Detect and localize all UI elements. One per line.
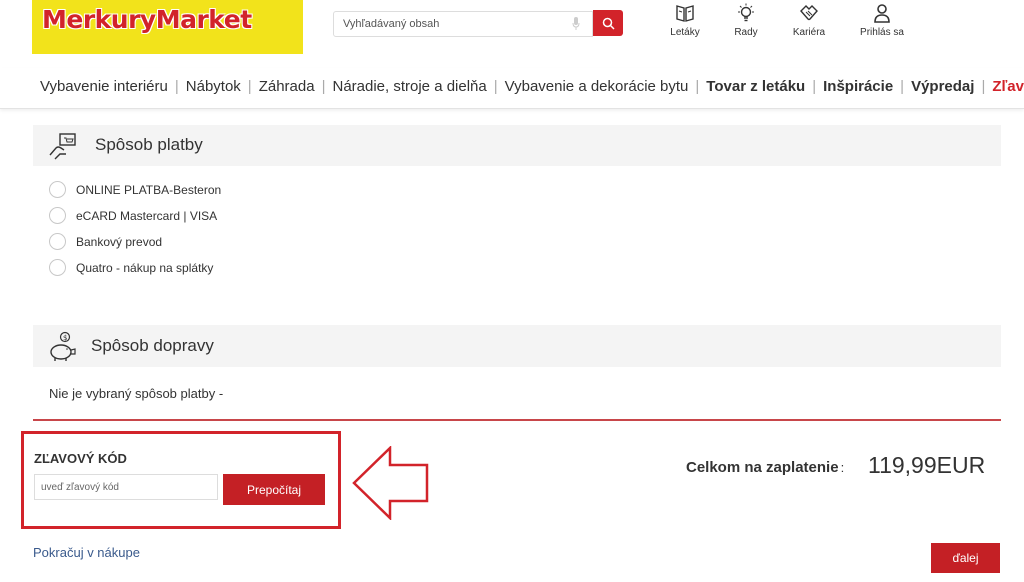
nav-separator: | — [493, 78, 498, 95]
nav-item-leaflet-goods[interactable]: Tovar z letáku — [706, 78, 805, 95]
payment-option-label: eCARD Mastercard | VISA — [76, 208, 218, 223]
next-button[interactable]: ďalej — [931, 543, 1000, 573]
radio-button[interactable] — [49, 233, 66, 250]
nav-separator: | — [900, 78, 905, 95]
payment-option[interactable]: Bankový prevod — [49, 233, 162, 250]
nav-item-decor[interactable]: Vybavenie a dekorácie bytu — [505, 78, 689, 95]
divider — [33, 419, 1001, 421]
nav-item-sale[interactable]: Výpredaj — [911, 78, 974, 95]
discount-code-title: ZĽAVOVÝ KÓD — [34, 451, 127, 466]
arrow-left-icon — [352, 446, 429, 520]
shipping-note: Nie je vybraný spôsob platby - — [49, 386, 224, 401]
total-label: Celkom na zaplatenie: — [686, 459, 844, 476]
logo-text: MerkuryMarket — [42, 5, 252, 34]
nav-separator: | — [695, 78, 700, 95]
shipping-section-title: Spôsob dopravy — [91, 336, 214, 355]
book-icon — [676, 5, 694, 22]
shipping-section-header: $ Spôsob dopravy — [33, 325, 1001, 367]
payment-option[interactable]: ONLINE PLATBA-Besteron — [49, 181, 221, 198]
payment-section-title: Spôsob platby — [95, 135, 203, 154]
total-amount: 119,99EUR — [868, 452, 986, 478]
discount-code-input[interactable] — [34, 474, 218, 500]
payment-section-header: Spôsob platby — [33, 125, 1001, 166]
header-link-label: Rady — [734, 27, 758, 38]
payment-option-label: ONLINE PLATBA-Besteron — [76, 182, 222, 197]
search-field — [333, 11, 593, 37]
lightbulb-icon — [738, 3, 754, 22]
nav-separator: | — [174, 78, 179, 95]
nav-separator: | — [812, 78, 817, 95]
payment-option-label: Bankový prevod — [76, 234, 163, 249]
nav-item-interior[interactable]: Vybavenie interiéru — [40, 78, 168, 95]
header-link-login[interactable]: Prihlás sa — [852, 0, 912, 38]
radio-button[interactable] — [49, 181, 66, 198]
header-link-label: Prihlás sa — [860, 27, 904, 38]
search-input[interactable] — [334, 12, 568, 36]
svg-text:$: $ — [63, 334, 67, 342]
payment-option-label: Quatro - nákup na splátky — [76, 260, 214, 275]
header-link-label: Kariéra — [792, 27, 826, 38]
total-label-text: Celkom na zaplatenie — [686, 459, 839, 476]
header-link-kariera[interactable]: Kariéra — [779, 0, 839, 38]
nav-item-tools[interactable]: Náradie, stroje a dielňa — [332, 78, 486, 95]
nav-item-discounts[interactable]: Zľavy — [992, 78, 1024, 95]
search-button[interactable] — [593, 10, 623, 36]
nav-item-furniture[interactable]: Nábytok — [186, 78, 241, 95]
nav-separator: | — [981, 78, 986, 95]
continue-shopping-link[interactable]: Pokračuj v nákupe — [33, 545, 140, 560]
payment-option[interactable]: Quatro - nákup na splátky — [49, 259, 213, 276]
header-link-label: Letáky — [670, 27, 700, 38]
radio-button[interactable] — [49, 259, 66, 276]
header-link-rady[interactable]: Rady — [716, 0, 776, 38]
header-link-letaky[interactable]: Letáky — [655, 0, 715, 38]
handshake-icon — [800, 5, 818, 21]
nav-item-garden[interactable]: Záhrada — [259, 78, 315, 95]
total-label-colon: : — [840, 460, 845, 475]
nav-item-inspiration[interactable]: Inšpirácie — [823, 78, 893, 95]
user-icon — [874, 4, 890, 23]
nav-separator: | — [247, 78, 252, 95]
nav-separator: | — [321, 78, 326, 95]
main-nav: Vybavenie interiéru | Nábytok | Záhrada | N… — [0, 68, 1024, 109]
microphone-icon[interactable] — [572, 17, 580, 31]
discount-code-box: ZĽAVOVÝ KÓD Prepočítaj — [21, 431, 341, 529]
radio-button[interactable] — [49, 207, 66, 224]
logo[interactable]: MerkuryMarket — [32, 0, 303, 54]
payment-hand-icon — [49, 133, 76, 160]
payment-option[interactable]: eCARD Mastercard | VISA — [49, 207, 217, 224]
piggy-bank-icon: $ — [50, 331, 76, 361]
recalculate-button[interactable]: Prepočítaj — [223, 474, 325, 505]
search-icon — [602, 17, 615, 30]
